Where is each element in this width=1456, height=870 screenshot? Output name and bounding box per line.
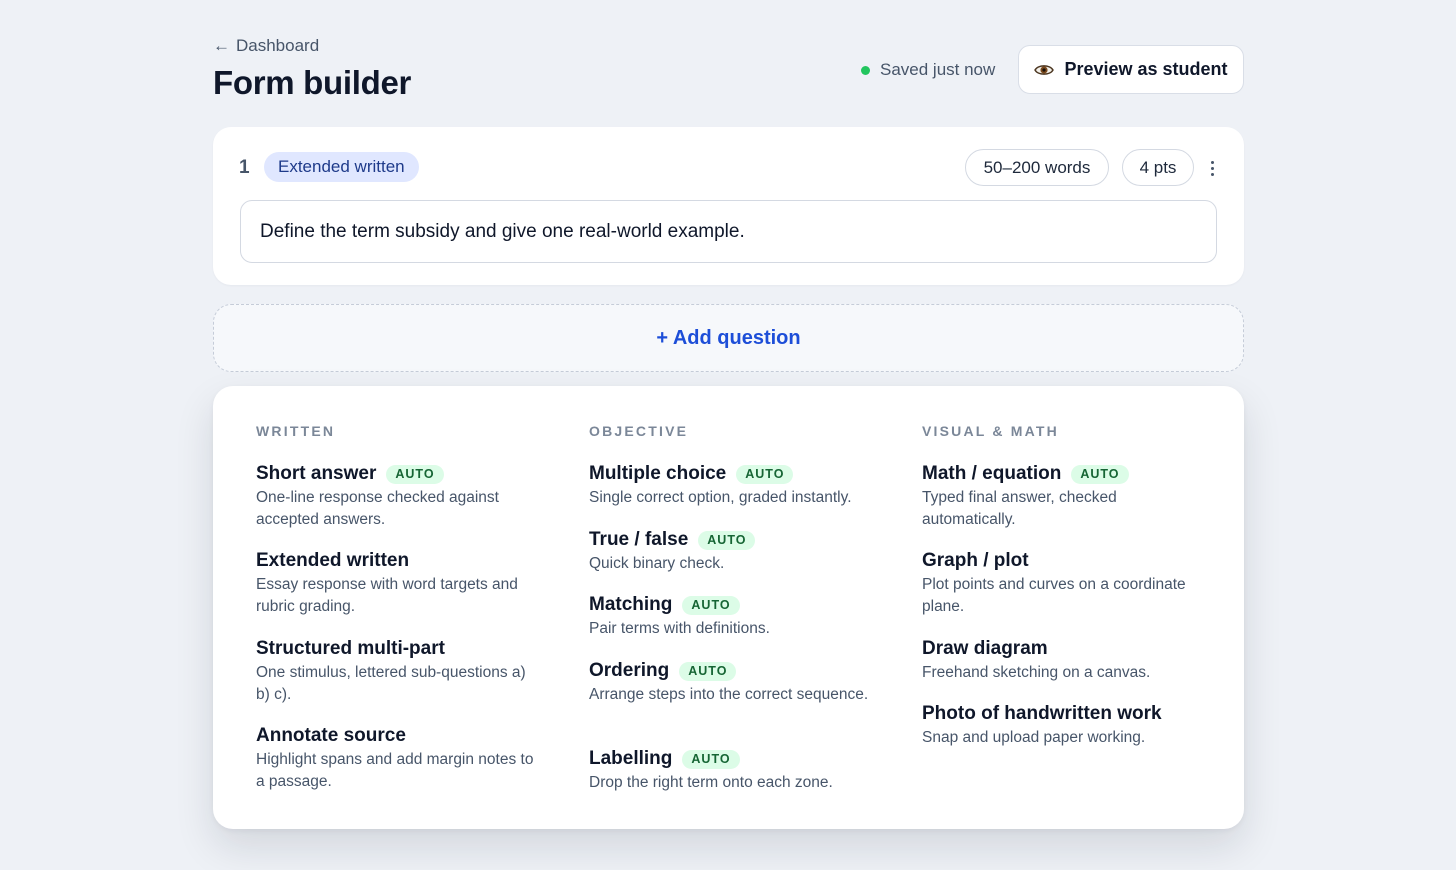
option-name: Labelling	[589, 748, 673, 769]
add-question-button[interactable]: + Add question	[213, 304, 1244, 372]
column-heading: OBJECTIVE	[589, 423, 689, 439]
option-true-false[interactable]: True / false AUTO Quick binary check.	[589, 528, 879, 575]
question-type-badge[interactable]: Extended written	[264, 152, 419, 182]
points-pill[interactable]: 4 pts	[1122, 149, 1194, 186]
option-multiple-choice[interactable]: Multiple choice AUTO Single correct optio…	[589, 462, 879, 509]
option-name: Extended written	[256, 550, 410, 571]
word-range-pill[interactable]: 50–200 words	[965, 149, 1109, 186]
eye-icon	[1034, 63, 1055, 77]
option-description: Snap and upload paper working.	[922, 729, 1146, 746]
auto-badge: AUTO	[736, 464, 794, 484]
option-name: Structured multi-part	[256, 638, 445, 659]
option-name: Ordering	[589, 660, 670, 681]
option-description: Quick binary check.	[589, 555, 725, 572]
option-structured-multi-part[interactable]: Structured multi-part One stimulus, lett…	[256, 637, 546, 706]
back-to-dashboard-link[interactable]: ← Dashboard	[213, 36, 319, 56]
option-name: Annotate source	[256, 725, 406, 746]
option-description: Plot points and curves on a coordinate p…	[922, 576, 1186, 615]
column-heading: VISUAL & MATH	[922, 423, 1059, 439]
more-vertical-icon[interactable]	[1203, 154, 1221, 182]
question-type-menu: WRITTEN Short answer AUTO One-line respon…	[213, 386, 1244, 829]
option-name: True / false	[589, 529, 689, 550]
question-number: 1	[239, 157, 250, 178]
saved-status-dot-icon	[861, 65, 870, 75]
page-title: Form builder	[213, 64, 412, 101]
auto-badge: AUTO	[682, 595, 740, 615]
option-description: Drop the right term onto each zone.	[589, 774, 833, 791]
option-labelling[interactable]: Labelling AUTO Drop the right term onto e…	[589, 747, 879, 794]
question-prompt-field[interactable]: Define the term subsidy and give one rea…	[240, 200, 1217, 263]
option-name: Short answer	[256, 463, 377, 484]
option-name: Multiple choice	[589, 463, 727, 484]
preview-as-student-button[interactable]: Preview as student	[1018, 45, 1244, 94]
preview-button-label: Preview as student	[1064, 59, 1228, 79]
option-description: Arrange steps into the correct sequence.	[589, 686, 869, 703]
back-link-label: Dashboard	[236, 36, 320, 55]
auto-badge: AUTO	[698, 530, 756, 550]
option-description: Freehand sketching on a canvas.	[922, 664, 1151, 681]
option-name: Math / equation	[922, 463, 1062, 484]
option-description: One stimulus, lettered sub-questions a) …	[256, 664, 526, 703]
save-status: Saved just now	[861, 60, 995, 80]
option-description: One-line response checked against accept…	[256, 489, 499, 528]
option-graph-plot[interactable]: Graph / plot Plot points and curves on a…	[922, 549, 1212, 618]
saved-status-text: Saved just now	[880, 60, 996, 79]
column-heading: WRITTEN	[256, 423, 336, 439]
option-annotate-source[interactable]: Annotate source Highlight spans and add …	[256, 724, 546, 793]
auto-badge: AUTO	[682, 749, 740, 769]
option-name: Draw diagram	[922, 638, 1048, 659]
option-extended-written[interactable]: Extended written Essay response with wor…	[256, 549, 546, 618]
option-ordering[interactable]: Ordering AUTO Arrange steps into the corr…	[589, 659, 879, 706]
option-matching[interactable]: Matching AUTO Pair terms with definitions…	[589, 593, 879, 640]
option-description: Highlight spans and add margin notes to …	[256, 751, 534, 790]
auto-badge: AUTO	[386, 464, 444, 484]
option-description: Single correct option, graded instantly.	[589, 489, 852, 506]
option-name: Photo of handwritten work	[922, 703, 1162, 724]
option-draw-diagram[interactable]: Draw diagram Freehand sketching on a can…	[922, 637, 1212, 684]
option-description: Essay response with word targets and rub…	[256, 576, 518, 615]
option-short-answer[interactable]: Short answer AUTO One-line response check…	[256, 462, 546, 531]
auto-badge: AUTO	[1071, 464, 1129, 484]
option-math-equation[interactable]: Math / equation AUTO Typed final answer, …	[922, 462, 1212, 531]
auto-badge: AUTO	[679, 661, 737, 681]
option-name: Graph / plot	[922, 550, 1029, 571]
option-description: Typed final answer, checked automaticall…	[922, 489, 1117, 528]
option-name: Matching	[589, 594, 673, 615]
arrow-left-icon: ←	[213, 36, 230, 55]
option-description: Pair terms with definitions.	[589, 620, 770, 637]
option-photo-handwritten-work[interactable]: Photo of handwritten work Snap and uploa…	[922, 702, 1212, 749]
